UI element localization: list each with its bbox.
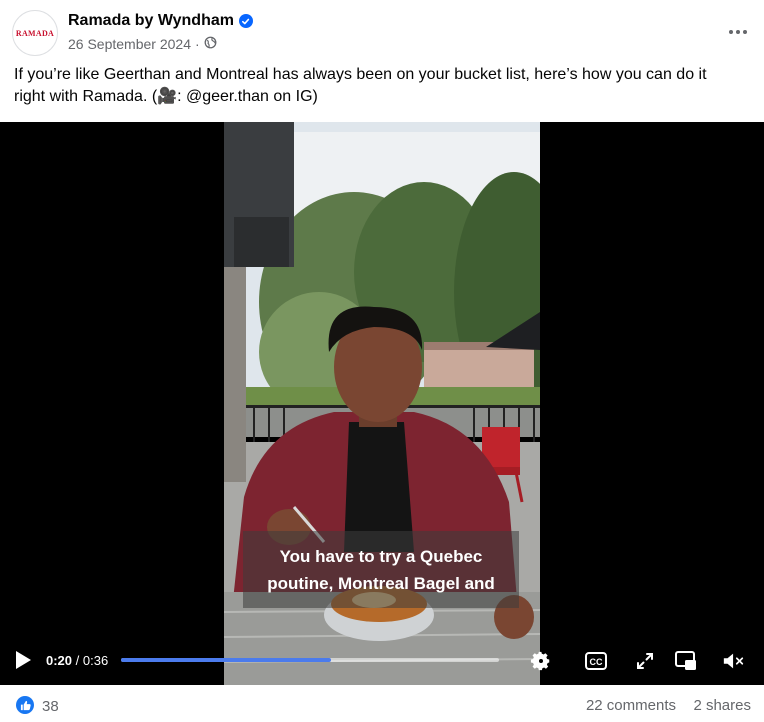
caption-line-2: right with Ramada. (🎥: @geer.than on IG)	[14, 88, 318, 105]
captions-button[interactable]: CC	[584, 649, 608, 673]
awning-shadow	[234, 217, 289, 267]
gear-icon	[530, 651, 550, 671]
more-options-button[interactable]	[724, 18, 752, 46]
picture-in-picture-button[interactable]	[674, 649, 698, 673]
fullscreen-button[interactable]	[633, 649, 657, 673]
play-button[interactable]	[14, 650, 34, 672]
time-display: 0:20 / 0:36	[46, 653, 108, 668]
post-date[interactable]: 26 September 2024	[68, 36, 191, 52]
mute-button[interactable]	[722, 649, 746, 673]
page-name-row: Ramada by Wyndham	[68, 12, 253, 30]
verified-badge-icon	[238, 14, 253, 28]
subtitle-line-1: You have to try a Quebec	[279, 546, 483, 566]
expand-icon	[637, 653, 653, 669]
progress-fill	[121, 658, 332, 662]
play-icon	[16, 651, 31, 669]
caption-line-1: If you’re like Geerthan and Montreal has…	[14, 66, 707, 83]
closed-captions-icon: CC	[585, 652, 607, 670]
more-options-icon	[729, 30, 747, 34]
post-meta: 26 September 2024 ·	[68, 36, 217, 52]
like-count[interactable]: 38	[42, 698, 59, 715]
settings-button[interactable]	[529, 649, 553, 673]
globe-icon	[204, 36, 217, 52]
time-separator: /	[72, 653, 83, 668]
post-header: RAMADA Ramada by Wyndham 26 September 20…	[12, 10, 752, 56]
muted-speaker-icon	[723, 653, 744, 669]
post-caption: If you’re like Geerthan and Montreal has…	[14, 64, 750, 108]
current-time: 0:20	[46, 653, 73, 668]
thumbs-up-icon[interactable]	[16, 696, 34, 714]
page-name-link[interactable]: Ramada by Wyndham	[68, 12, 234, 30]
engagement-bar: 38 22 comments 2 shares	[0, 685, 764, 722]
avatar-logo-text: RAMADA	[15, 28, 55, 38]
svg-text:CC: CC	[590, 657, 603, 667]
distant-building	[424, 347, 534, 392]
total-time: 0:36	[82, 653, 109, 668]
picture-in-picture-icon	[675, 651, 696, 670]
meta-dot: ·	[194, 36, 200, 52]
video-controls: 0:20 / 0:36 CC	[0, 638, 764, 685]
shares-count-link[interactable]: 2 shares	[693, 697, 751, 714]
video-subtitle: You have to try a Quebec poutine, Montre…	[243, 531, 519, 608]
comments-count-link[interactable]: 22 comments	[586, 697, 676, 714]
video-player[interactable]: You have to try a Quebec poutine, Montre…	[0, 122, 764, 685]
page-avatar[interactable]: RAMADA	[12, 10, 58, 56]
subtitle-line-2: poutine, Montreal Bagel and	[267, 573, 495, 593]
progress-bar[interactable]	[121, 658, 499, 662]
